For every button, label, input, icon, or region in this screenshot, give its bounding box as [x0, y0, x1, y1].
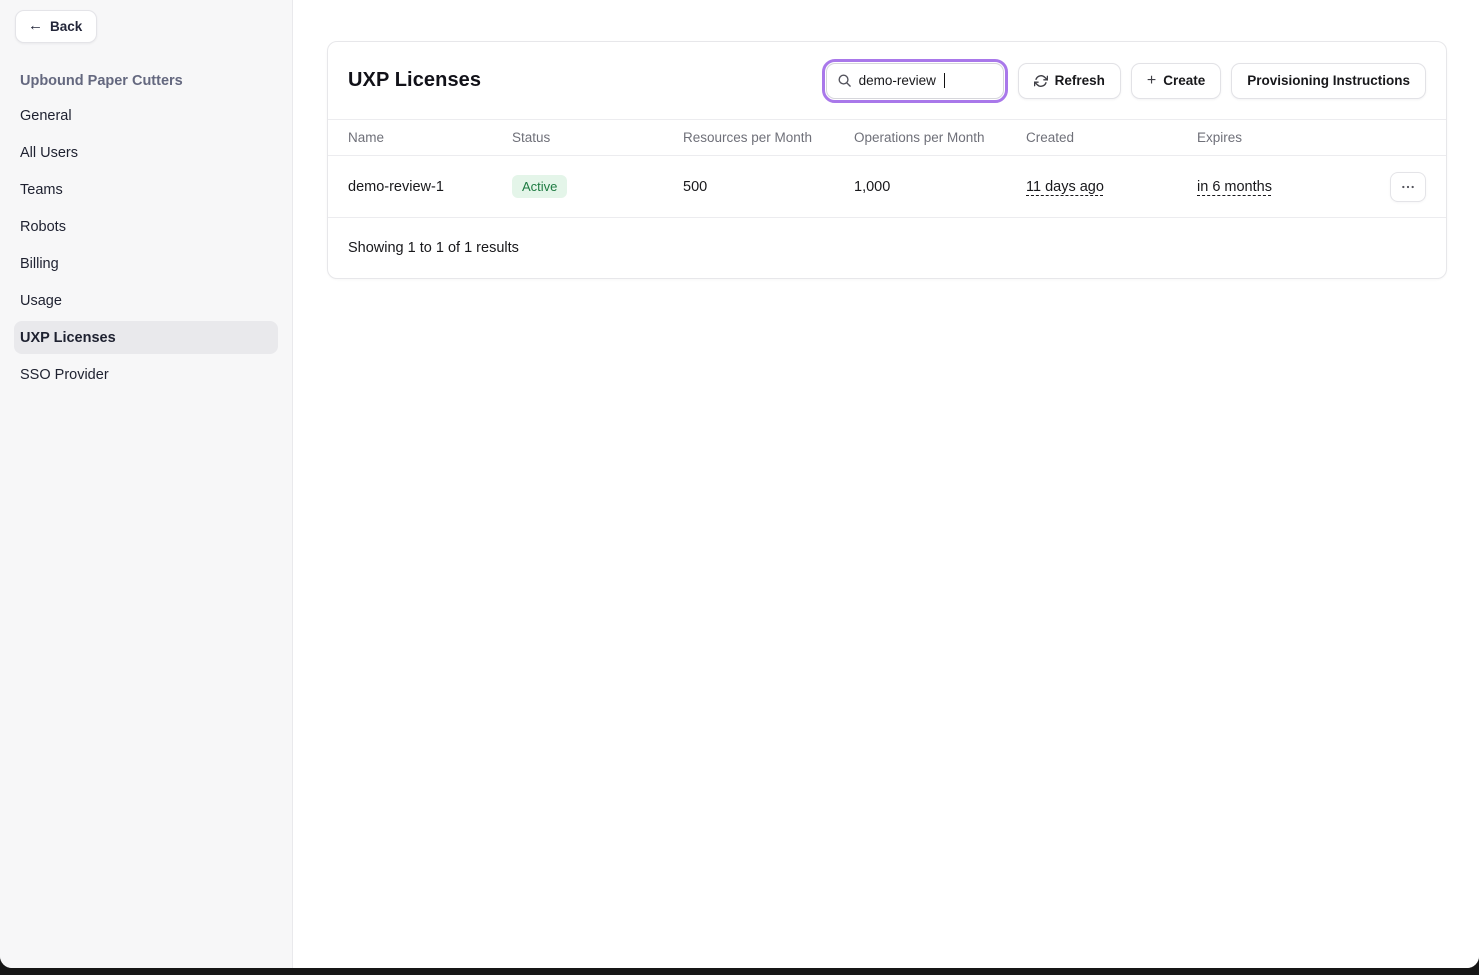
column-header-operations: Operations per Month: [854, 130, 1026, 145]
row-actions-button[interactable]: [1390, 172, 1426, 202]
provisioning-button-label: Provisioning Instructions: [1247, 73, 1410, 88]
sidebar-item-label: Robots: [20, 219, 66, 235]
back-button-label: Back: [50, 19, 82, 34]
sidebar-item-label: General: [20, 108, 72, 124]
results-count: Showing 1 to 1 of 1 results: [328, 218, 1446, 278]
column-header-resources: Resources per Month: [683, 130, 854, 145]
sidebar-item-all-users[interactable]: All Users: [14, 136, 278, 169]
sidebar-item-uxp-licenses[interactable]: UXP Licenses: [14, 321, 278, 354]
sidebar-item-label: Teams: [20, 182, 63, 198]
sidebar-nav: Upbound Paper Cutters General All Users …: [0, 63, 292, 391]
create-button[interactable]: + Create: [1131, 63, 1221, 99]
panel-controls: demo-review Refresh + Create: [826, 63, 1426, 99]
app-window: ← Back Upbound Paper Cutters General All…: [0, 0, 1479, 968]
created-relative-time[interactable]: 11 days ago: [1026, 179, 1104, 195]
back-button[interactable]: ← Back: [15, 10, 97, 43]
provisioning-instructions-button[interactable]: Provisioning Instructions: [1231, 63, 1426, 99]
table-row: demo-review-1 Active 500 1,000 11 days a…: [328, 156, 1446, 218]
column-header-expires: Expires: [1197, 130, 1362, 145]
org-name: Upbound Paper Cutters: [14, 63, 278, 99]
sidebar-item-robots[interactable]: Robots: [14, 210, 278, 243]
license-status-cell: Active: [512, 175, 683, 198]
column-header-status: Status: [512, 130, 683, 145]
plus-icon: +: [1147, 73, 1156, 89]
sidebar-item-billing[interactable]: Billing: [14, 247, 278, 280]
search-input[interactable]: demo-review: [826, 63, 1004, 99]
license-expires-cell: in 6 months: [1197, 179, 1362, 195]
search-icon: [837, 73, 852, 88]
text-caret: [944, 73, 946, 88]
column-header-name: Name: [348, 130, 512, 145]
refresh-button-label: Refresh: [1055, 73, 1105, 88]
sidebar-item-label: UXP Licenses: [20, 330, 116, 346]
sidebar-item-sso-provider[interactable]: SSO Provider: [14, 358, 278, 391]
main-content: UXP Licenses demo-review: [293, 0, 1479, 968]
status-badge: Active: [512, 175, 567, 198]
page-title: UXP Licenses: [348, 69, 481, 92]
refresh-button[interactable]: Refresh: [1018, 63, 1121, 99]
column-header-created: Created: [1026, 130, 1197, 145]
license-operations: 1,000: [854, 179, 1026, 195]
sidebar-item-label: Billing: [20, 256, 59, 272]
table-header-row: Name Status Resources per Month Operatio…: [328, 119, 1446, 156]
license-created-cell: 11 days ago: [1026, 179, 1197, 195]
panel-header: UXP Licenses demo-review: [328, 42, 1446, 119]
sidebar-item-usage[interactable]: Usage: [14, 284, 278, 317]
sidebar-item-label: SSO Provider: [20, 367, 109, 383]
sidebar-item-label: Usage: [20, 293, 62, 309]
refresh-icon: [1034, 74, 1048, 88]
ellipsis-icon: [1400, 179, 1416, 195]
expires-relative-time[interactable]: in 6 months: [1197, 179, 1272, 195]
license-actions-cell: [1362, 172, 1426, 202]
sidebar-item-teams[interactable]: Teams: [14, 173, 278, 206]
sidebar-item-general[interactable]: General: [14, 99, 278, 132]
sidebar: ← Back Upbound Paper Cutters General All…: [0, 0, 293, 968]
search-input-value: demo-review: [859, 73, 936, 88]
arrow-left-icon: ←: [28, 18, 43, 33]
sidebar-item-label: All Users: [20, 145, 78, 161]
uxp-licenses-panel: UXP Licenses demo-review: [327, 41, 1447, 279]
license-name: demo-review-1: [348, 179, 512, 195]
create-button-label: Create: [1163, 73, 1205, 88]
license-resources: 500: [683, 179, 854, 195]
